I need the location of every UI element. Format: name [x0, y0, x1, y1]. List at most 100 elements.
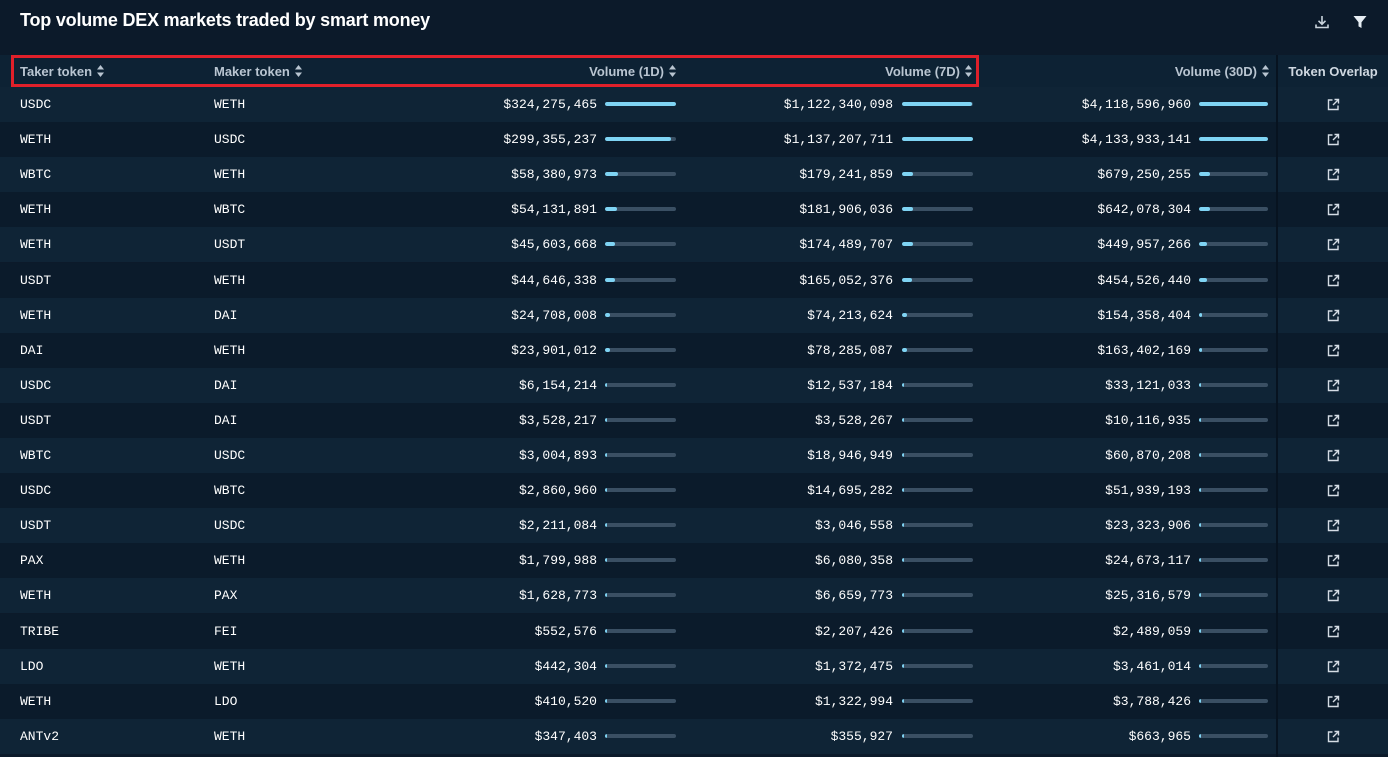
- volume-1d-cell: $23,901,012: [511, 342, 597, 358]
- sort-icon[interactable]: [294, 64, 303, 78]
- volume-7d-cell: $2,207,426: [814, 623, 893, 639]
- column-header-taker-token[interactable]: Taker token: [20, 55, 105, 87]
- volume-7d-bar: [902, 347, 973, 352]
- download-icon[interactable]: [1312, 12, 1332, 32]
- volume-1d-bar-fill: [605, 453, 608, 457]
- volume-30d-bar-fill: [1199, 382, 1202, 387]
- volume-30d-bar-fill: [1199, 558, 1202, 563]
- sort-icon[interactable]: [1261, 64, 1270, 78]
- sort-icon[interactable]: [668, 64, 677, 78]
- volume-7d-bar-fill: [902, 593, 905, 598]
- column-header-volume-30d[interactable]: Volume (30D): [1040, 55, 1270, 87]
- volume-7d-bar-fill: [902, 417, 905, 422]
- volume-1d-cell: $410,520: [534, 693, 597, 709]
- external-link-icon[interactable]: [1327, 695, 1340, 708]
- volume-7d-cell: $355,927: [830, 728, 893, 744]
- table-row: USDT DAI $3,528,217 $3,528,267 $10,116,935: [0, 402, 1388, 438]
- volume-30d-bar: [1199, 628, 1268, 633]
- volume-1d-bar-fill: [605, 102, 676, 106]
- volume-1d-bar: [605, 277, 676, 282]
- volume-7d-cell: $1,137,207,711: [783, 132, 893, 148]
- external-link-icon[interactable]: [1327, 274, 1340, 287]
- table-row: WETH USDC $299,355,237 $1,137,207,711 $4,133…: [0, 122, 1388, 158]
- maker-token-cell: LDO: [214, 693, 238, 709]
- sort-icon[interactable]: [96, 64, 105, 78]
- volume-1d-bar-fill: [605, 417, 608, 422]
- volume-30d-cell: $663,965: [1128, 728, 1191, 744]
- volume-30d-cell: $642,078,304: [1097, 202, 1191, 218]
- external-link-icon[interactable]: [1327, 730, 1340, 743]
- taker-token-cell: WETH: [20, 588, 52, 604]
- volume-1d-bar-fill: [605, 347, 611, 352]
- external-link-icon[interactable]: [1327, 203, 1340, 216]
- volume-1d-bar-fill: [605, 558, 608, 563]
- taker-token-cell: USDT: [20, 518, 52, 534]
- volume-30d-cell: $33,121,033: [1105, 377, 1191, 393]
- volume-7d-bar: [902, 207, 973, 212]
- volume-1d-bar: [605, 347, 676, 352]
- volume-30d-bar-fill: [1199, 312, 1202, 317]
- column-header-maker-token[interactable]: Maker token: [214, 55, 303, 87]
- external-link-icon[interactable]: [1327, 589, 1340, 602]
- volume-30d-bar: [1199, 312, 1268, 317]
- token-overlap-cell: [1278, 263, 1388, 298]
- volume-30d-bar: [1199, 593, 1268, 598]
- column-header-volume-7d[interactable]: Volume (7D): [740, 55, 973, 87]
- table-row: TRIBE FEI $552,576 $2,207,426 $2,489,059: [0, 613, 1388, 649]
- external-link-icon[interactable]: [1327, 625, 1340, 638]
- taker-token-cell: WBTC: [20, 448, 52, 463]
- volume-1d-bar-fill: [605, 277, 615, 282]
- volume-7d-bar-fill: [902, 102, 973, 106]
- volume-1d-bar: [605, 733, 676, 738]
- volume-7d-cell: $1,372,475: [814, 658, 893, 674]
- taker-token-cell: ANTv2: [20, 728, 60, 744]
- external-link-icon[interactable]: [1327, 98, 1340, 111]
- external-link-icon[interactable]: [1327, 379, 1340, 392]
- external-link-icon[interactable]: [1327, 484, 1340, 497]
- external-link-icon[interactable]: [1327, 133, 1340, 146]
- volume-7d-cell: $6,659,773: [814, 588, 893, 604]
- volume-1d-cell: $6,154,214: [518, 377, 597, 393]
- column-header-label: Volume (1D): [589, 63, 664, 79]
- volume-7d-bar-fill: [902, 382, 905, 387]
- volume-7d-bar-fill: [902, 523, 905, 528]
- volume-1d-cell: $1,628,773: [518, 588, 597, 604]
- maker-token-cell: WETH: [214, 342, 246, 358]
- volume-30d-bar-fill: [1199, 207, 1210, 212]
- taker-token-cell: USDC: [20, 97, 52, 112]
- maker-token-cell: WETH: [214, 658, 246, 674]
- volume-1d-cell: $3,004,893: [518, 448, 597, 463]
- table-row: DAI WETH $23,901,012 $78,285,087 $163,402,16…: [0, 332, 1388, 368]
- taker-token-cell: LDO: [20, 658, 44, 674]
- maker-token-cell: WETH: [214, 167, 246, 183]
- filter-icon[interactable]: [1350, 12, 1370, 32]
- volume-30d-cell: $24,673,117: [1105, 553, 1191, 569]
- maker-token-cell: WBTC: [214, 202, 246, 218]
- sort-icon[interactable]: [964, 64, 973, 78]
- volume-1d-bar: [605, 558, 676, 563]
- external-link-icon[interactable]: [1327, 660, 1340, 673]
- external-link-icon[interactable]: [1327, 554, 1340, 567]
- external-link-icon[interactable]: [1327, 519, 1340, 532]
- header-actions: [1312, 12, 1370, 32]
- external-link-icon[interactable]: [1327, 168, 1340, 181]
- volume-1d-cell: $44,646,338: [511, 272, 597, 288]
- token-overlap-cell: [1278, 543, 1388, 578]
- volume-30d-bar: [1199, 663, 1268, 668]
- volume-7d-cell: $18,946,949: [807, 448, 893, 463]
- external-link-icon[interactable]: [1327, 344, 1340, 357]
- column-header-volume-1d[interactable]: Volume (1D): [450, 55, 677, 87]
- volume-7d-bar: [902, 453, 973, 457]
- external-link-icon[interactable]: [1327, 238, 1340, 251]
- volume-30d-bar-fill: [1199, 417, 1202, 422]
- volume-30d-bar: [1199, 137, 1268, 142]
- token-overlap-cell: [1278, 192, 1388, 227]
- external-link-icon[interactable]: [1327, 414, 1340, 427]
- table-row: LDO WETH $442,304 $1,372,475 $3,461,014: [0, 648, 1388, 684]
- external-link-icon[interactable]: [1327, 309, 1340, 322]
- table-row: USDT USDC $2,211,084 $3,046,558 $23,323,906: [0, 508, 1388, 544]
- column-header-label: Taker token: [20, 63, 93, 79]
- maker-token-cell: WBTC: [214, 483, 246, 499]
- external-link-icon[interactable]: [1327, 449, 1340, 462]
- volume-7d-bar: [902, 558, 973, 563]
